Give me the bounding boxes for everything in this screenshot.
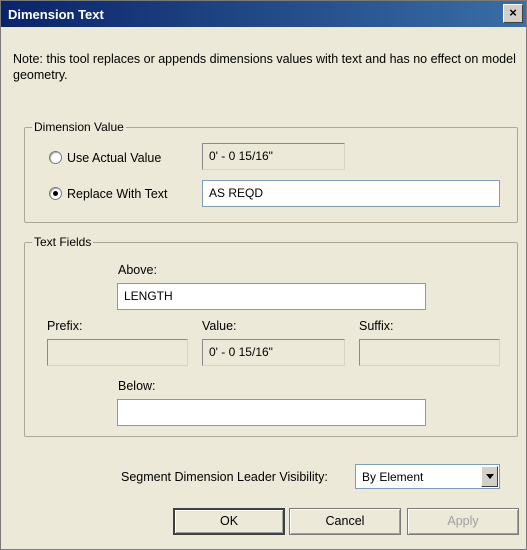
text-fields-group-label: Text Fields [32, 235, 94, 249]
above-input[interactable]: LENGTH [117, 283, 426, 310]
note-text: Note: this tool replaces or appends dime… [13, 52, 516, 82]
above-label: Above: [118, 263, 157, 277]
prefix-label: Prefix: [47, 319, 83, 333]
replace-with-text-label[interactable]: Replace With Text [67, 187, 168, 201]
value-field: 0' - 0 15/16" [202, 339, 345, 366]
below-label: Below: [118, 379, 156, 393]
suffix-field [359, 339, 500, 366]
chevron-down-icon[interactable] [481, 466, 498, 487]
close-button[interactable]: × [503, 4, 523, 23]
leader-visibility-label: Segment Dimension Leader Visibility: [121, 470, 328, 484]
leader-visibility-select[interactable]: By Element [355, 464, 500, 489]
actual-value-field: 0' - 0 15/16" [202, 143, 345, 170]
cancel-button[interactable]: Cancel [289, 508, 401, 535]
window-title: Dimension Text [8, 7, 104, 22]
replace-text-input[interactable]: AS REQD [202, 180, 500, 207]
dimension-value-group-label: Dimension Value [32, 120, 126, 134]
value-label: Value: [202, 319, 237, 333]
title-bar[interactable]: Dimension Text × [1, 1, 526, 27]
use-actual-value-radio[interactable] [49, 151, 62, 164]
suffix-label: Suffix: [359, 319, 394, 333]
below-input[interactable] [117, 399, 426, 426]
replace-with-text-radio[interactable] [49, 187, 62, 200]
dimension-text-dialog: Dimension Text × Note: this tool replace… [0, 0, 527, 550]
ok-button[interactable]: OK [173, 508, 285, 535]
prefix-field [47, 339, 188, 366]
dimension-value-group: Dimension Value [24, 120, 518, 223]
use-actual-value-label[interactable]: Use Actual Value [67, 151, 161, 165]
apply-button: Apply [407, 508, 519, 535]
leader-visibility-value: By Element [362, 470, 424, 484]
